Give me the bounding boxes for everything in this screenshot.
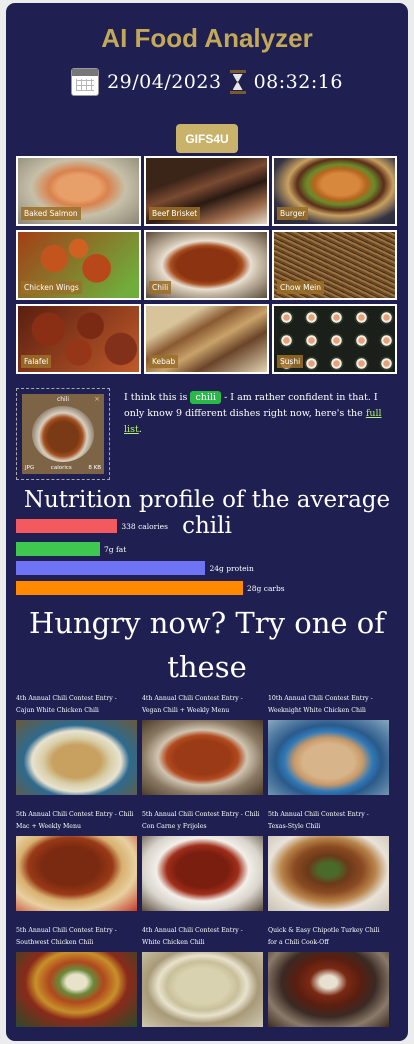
food-label: Sushi	[277, 355, 304, 368]
hungry-title: Hungry now? Try one of these	[29, 606, 385, 684]
food-label: Chili	[149, 281, 172, 294]
food-tile-beef-brisket[interactable]: Beef Brisket	[144, 156, 269, 226]
date-text: 29/04/2023	[107, 71, 222, 93]
fat-bar	[16, 542, 100, 556]
prediction-text: I think this is chili - I am rather conf…	[124, 390, 394, 438]
recipe-photo[interactable]	[268, 952, 389, 1027]
food-grid: Baked Salmon Beef Brisket Burger Chicken…	[16, 156, 397, 374]
hourglass-icon	[229, 70, 246, 94]
datetime-bar: 29/04/2023 08:32:16	[6, 68, 408, 96]
food-tile-falafel[interactable]: Falafel	[16, 304, 141, 374]
recipe-photo[interactable]	[268, 720, 389, 795]
prediction-end: .	[138, 424, 142, 435]
recipe-title[interactable]: 4th Annual Chili Contest Entry - Vegan C…	[142, 693, 263, 719]
food-label: Kebab	[149, 355, 179, 368]
carbs-label: 28g carbs	[247, 583, 285, 593]
recipe-title[interactable]: 10th Annual Chili Contest Entry - Weekni…	[268, 693, 389, 719]
food-label: Chow Mein	[277, 281, 325, 294]
recipe-card[interactable]: 4th Annual Chili Contest Entry - White C…	[142, 925, 263, 1041]
recipe-photo[interactable]	[142, 720, 263, 795]
recipe-card[interactable]: 5th Annual Chili Contest Entry - Texas-S…	[268, 809, 389, 925]
nutrition-bar-row: 28g carbs	[16, 581, 285, 595]
recipe-title[interactable]: 5th Annual Chili Contest Entry - Southwe…	[16, 925, 137, 951]
gifs-button[interactable]: GIFS4U	[176, 124, 238, 153]
calories-label: 338 calories	[121, 521, 168, 531]
recipe-card[interactable]: 10th Annual Chili Contest Entry - Weekni…	[268, 693, 389, 809]
recipe-card[interactable]: 5th Annual Chili Contest Entry - Southwe…	[16, 925, 137, 1041]
recipe-photo[interactable]	[16, 952, 137, 1027]
food-label: Burger	[277, 207, 309, 220]
food-tile-sushi[interactable]: Sushi	[272, 304, 397, 374]
food-label: Falafel	[21, 355, 52, 368]
food-tile-burger[interactable]: Burger	[272, 156, 397, 226]
recipe-photo[interactable]	[268, 836, 389, 911]
close-icon[interactable]: ×	[94, 395, 100, 403]
app-container: AI Food Analyzer 29/04/2023 08:32:16 GIF…	[6, 3, 408, 1041]
uploaded-image-meta: JPG calorics 8 KB	[25, 465, 101, 471]
recipe-title[interactable]: 5th Annual Chili Contest Entry - Chili M…	[16, 809, 137, 835]
recipe-title[interactable]: 4th Annual Chili Contest Entry - White C…	[142, 925, 263, 951]
fat-label: 7g fat	[104, 544, 127, 554]
protein-bar	[16, 561, 206, 575]
recipe-card[interactable]: 4th Annual Chili Contest Entry - Vegan C…	[142, 693, 263, 809]
food-label: Beef Brisket	[149, 207, 201, 220]
recipe-title[interactable]: 4th Annual Chili Contest Entry - Cajun W…	[16, 693, 137, 719]
uploaded-image-preview: chili × JPG calorics 8 KB	[22, 394, 104, 474]
time-text: 08:32:16	[253, 71, 343, 93]
food-label: Chicken Wings	[21, 281, 82, 294]
prediction-intro: I think this is	[124, 392, 188, 403]
food-label: Baked Salmon	[21, 207, 81, 220]
food-tile-chow-mein[interactable]: Chow Mein	[272, 230, 397, 300]
recipe-photo[interactable]	[16, 836, 137, 911]
app-title: AI Food Analyzer	[101, 23, 313, 53]
recipe-photo[interactable]	[142, 952, 263, 1027]
uploaded-image-name: chili	[56, 396, 70, 403]
carbs-bar	[16, 581, 244, 595]
recipe-card[interactable]: Quick & Easy Chipotle Turkey Chili for a…	[268, 925, 389, 1041]
recipe-photo[interactable]	[16, 720, 137, 795]
nutrition-bar-row: 338 calories	[16, 519, 168, 533]
nutrition-bar-row: 24g protein	[16, 561, 254, 575]
calendar-icon	[71, 68, 100, 96]
food-tile-baked-salmon[interactable]: Baked Salmon	[16, 156, 141, 226]
recipe-title[interactable]: 5th Annual Chili Contest Entry - Chili C…	[142, 809, 263, 835]
nutrition-bar-row: 7g fat	[16, 542, 126, 556]
recipe-photo[interactable]	[142, 836, 263, 911]
recipe-title[interactable]: Quick & Easy Chipotle Turkey Chili for a…	[268, 925, 389, 951]
protein-label: 24g protein	[209, 563, 254, 573]
food-tile-chicken-wings[interactable]: Chicken Wings	[16, 230, 141, 300]
calories-bar	[16, 519, 118, 533]
file-type: JPG	[25, 465, 35, 471]
uploaded-image-card[interactable]: chili × JPG calorics 8 KB	[16, 388, 110, 480]
food-tile-chili[interactable]: Chili	[144, 230, 269, 300]
recipe-card[interactable]: 5th Annual Chili Contest Entry - Chili M…	[16, 809, 137, 925]
food-tile-kebab[interactable]: Kebab	[144, 304, 269, 374]
recipe-grid: 4th Annual Chili Contest Entry - Cajun W…	[16, 693, 389, 1041]
recipe-title[interactable]: 5th Annual Chili Contest Entry - Texas-S…	[268, 809, 389, 835]
file-name: calorics	[50, 465, 72, 471]
chili-bowl-photo	[32, 406, 94, 462]
file-size: 8 KB	[88, 465, 101, 471]
prediction-badge: chili	[190, 391, 222, 404]
recipe-card[interactable]: 4th Annual Chili Contest Entry - Cajun W…	[16, 693, 137, 809]
recipe-card[interactable]: 5th Annual Chili Contest Entry - Chili C…	[142, 809, 263, 925]
